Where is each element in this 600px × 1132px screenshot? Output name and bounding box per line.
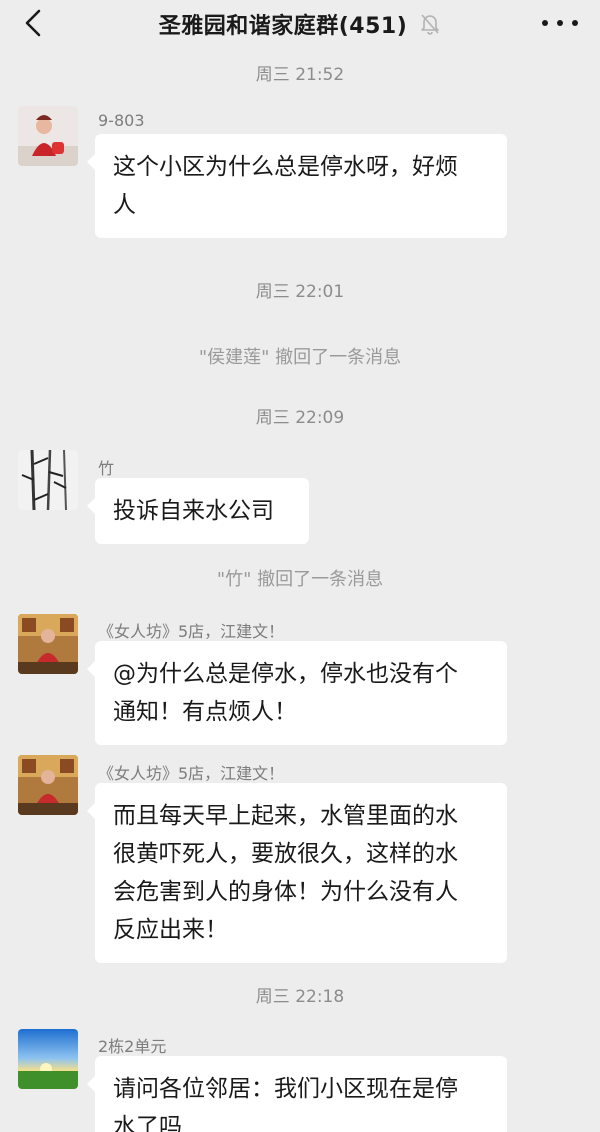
chat-header: 圣雅园和谐家庭群(451) (0, 0, 600, 48)
message-text-line: @为什么总是停水，停水也没有个 (113, 661, 458, 687)
back-button[interactable] (18, 8, 48, 38)
message-bubble[interactable]: 投诉自来水公司 (87, 478, 309, 544)
sender-name: 9-803 (98, 111, 145, 130)
timestamp: 周三 22:01 (255, 282, 345, 302)
chat-history[interactable]: 周三 21:52 9-803 这个小区为什么总是停水呀，好烦 人 周三 22:0… (0, 48, 600, 1132)
message-bubble[interactable]: @为什么总是停水，停水也没有个 通知！有点烦人！ (87, 641, 507, 745)
message-text-line: 人 (113, 192, 136, 218)
message-bubble[interactable]: 而且每天早上起来，水管里面的水 很黄吓死人，要放很久，这样的水 会危害到人的身体… (87, 783, 507, 963)
more-options-button[interactable] (542, 10, 578, 36)
message-text-line: 反应出来！ (113, 917, 228, 943)
sunset-landscape-avatar[interactable] (18, 1029, 78, 1089)
bamboo-painting-avatar[interactable] (18, 450, 78, 510)
child-photo-avatar[interactable] (18, 106, 78, 166)
shop-photo-avatar[interactable] (18, 614, 78, 674)
message-text-line: 水了吗 (113, 1114, 182, 1132)
message-text-line: 投诉自来水公司 (113, 498, 274, 524)
sender-name: 2栋2单元 (98, 1037, 167, 1056)
message-text-line: 这个小区为什么总是停水呀，好烦 (113, 154, 458, 180)
timestamp: 周三 22:09 (255, 408, 345, 428)
chat-title: 圣雅园和谐家庭群(451) (158, 14, 408, 39)
timestamp: 周三 21:52 (255, 65, 345, 85)
sender-name: 《女人坊》5店，江建文！ (98, 764, 285, 783)
message-bubble[interactable]: 这个小区为什么总是停水呀，好烦 人 (87, 134, 507, 238)
recall-notice: "竹" 撤回了一条消息 (216, 569, 384, 590)
shop-photo-avatar[interactable] (18, 755, 78, 815)
chevron-left-icon (25, 9, 41, 37)
message-bubble[interactable]: 请问各位邻居：我们小区现在是停 水了吗 (87, 1056, 507, 1132)
timestamp: 周三 22:18 (255, 987, 345, 1007)
recall-notice: "侯建莲" 撤回了一条消息 (198, 347, 402, 368)
sender-name: 《女人坊》5店，江建文！ (98, 622, 285, 641)
message-text-line: 请问各位邻居：我们小区现在是停 (113, 1076, 458, 1102)
message-text-line: 通知！有点烦人！ (113, 699, 297, 725)
message-text-line: 会危害到人的身体！为什么没有人 (113, 879, 458, 905)
message-text-line: 而且每天早上起来，水管里面的水 (113, 803, 458, 829)
bell-off-icon (419, 13, 441, 35)
message-text-line: 很黄吓死人，要放很久，这样的水 (113, 841, 458, 867)
sender-name: 竹 (98, 459, 115, 478)
